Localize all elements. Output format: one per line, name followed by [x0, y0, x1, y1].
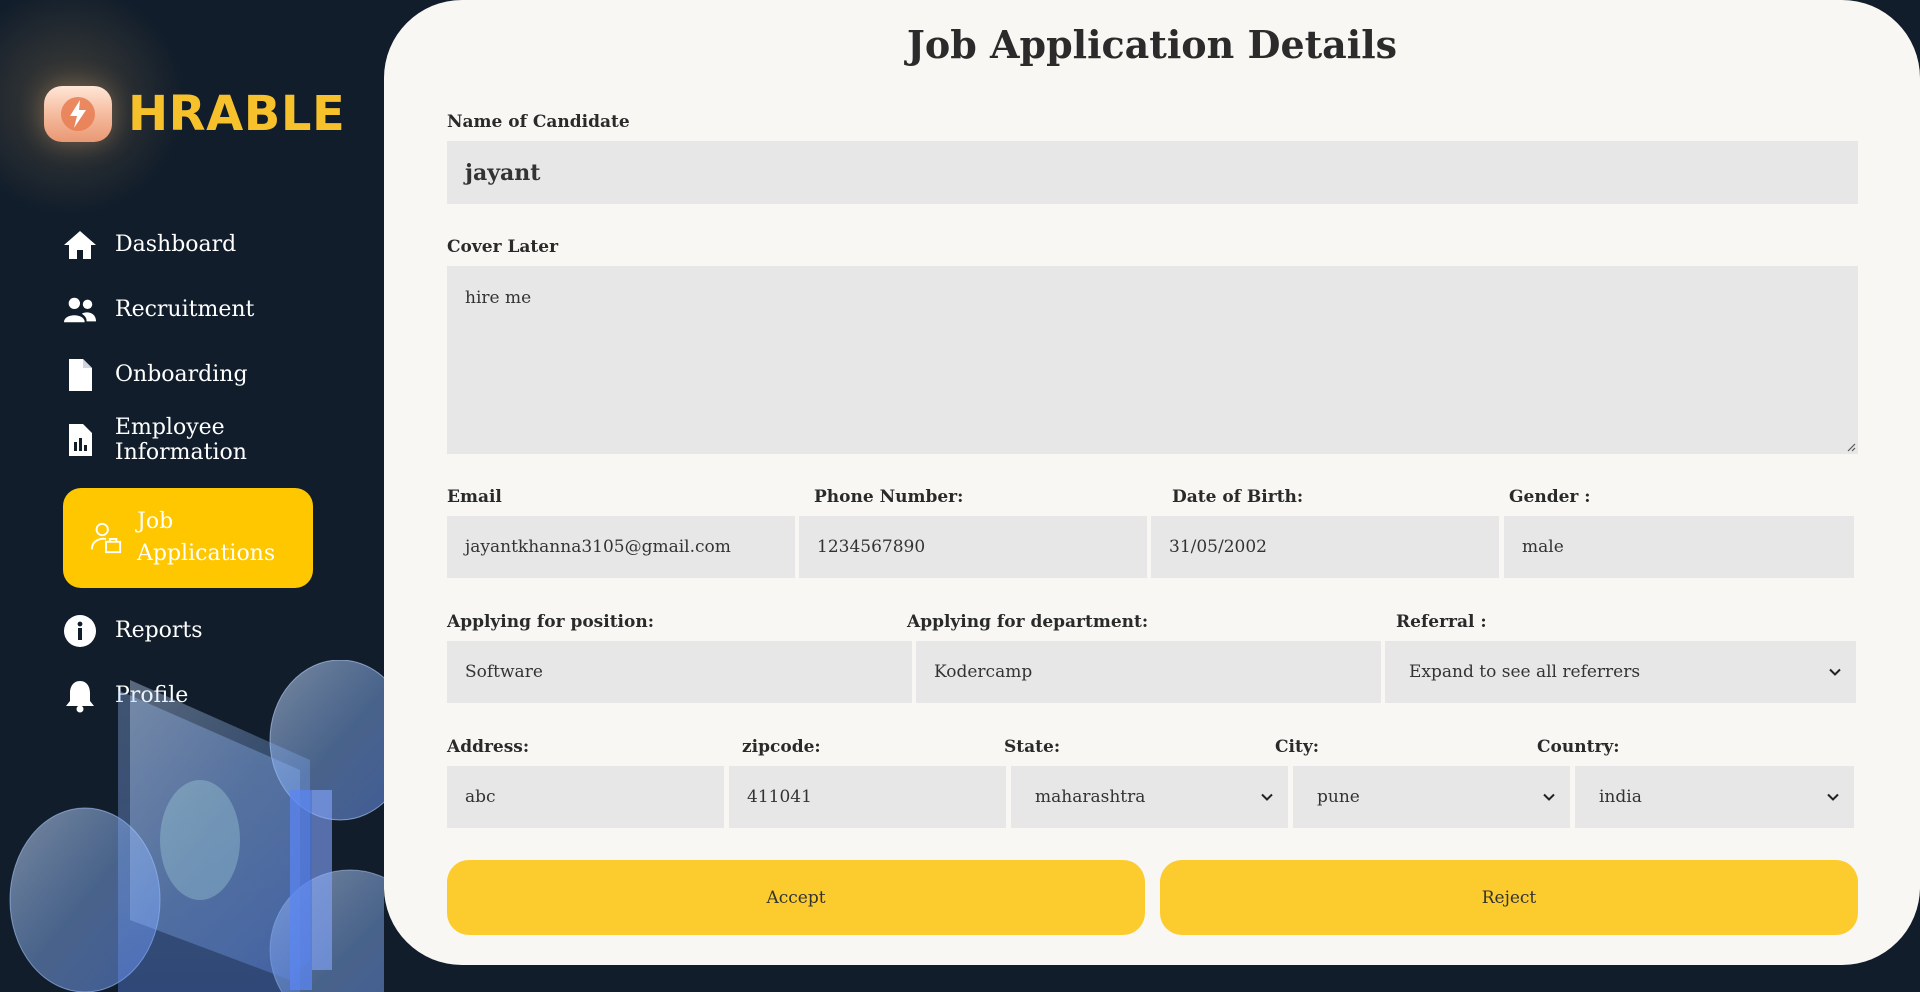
- candidate-name-field[interactable]: jayant: [447, 141, 1858, 204]
- position-field[interactable]: Software: [447, 641, 912, 703]
- referral-label: Referral :: [1396, 612, 1487, 632]
- gender-label: Gender :: [1509, 487, 1591, 507]
- sidebar-item-reports[interactable]: Reports: [63, 598, 363, 663]
- dob-field[interactable]: 31/05/2002: [1151, 516, 1499, 578]
- sidebar-item-label: Reports: [115, 618, 203, 643]
- info-icon: [63, 614, 97, 648]
- sidebar: HRABLE Dashboard Recruitment Onboarding …: [0, 0, 384, 992]
- country-select-value: india: [1599, 787, 1642, 807]
- chevron-down-icon: [1543, 793, 1555, 801]
- city-select[interactable]: pune: [1293, 766, 1570, 828]
- sidebar-item-job-applications[interactable]: Job Applications: [63, 488, 313, 588]
- sidebar-item-label: Recruitment: [115, 297, 255, 322]
- accept-button[interactable]: Accept: [447, 860, 1145, 935]
- sidebar-item-employee-information[interactable]: Employee Information: [63, 407, 363, 472]
- country-label: Country:: [1537, 737, 1620, 757]
- cover-letter-text: hire me: [465, 288, 532, 308]
- referral-select-value: Expand to see all referrers: [1409, 662, 1641, 682]
- sidebar-item-label: Onboarding: [115, 362, 248, 387]
- cover-letter-textarea[interactable]: hire me: [447, 266, 1858, 454]
- phone-field[interactable]: 1234567890: [799, 516, 1147, 578]
- department-field[interactable]: Kodercamp: [916, 641, 1381, 703]
- gender-field[interactable]: male: [1504, 516, 1854, 578]
- city-select-value: pune: [1317, 787, 1360, 807]
- page-title: Job Application Details: [906, 22, 1398, 67]
- country-select[interactable]: india: [1575, 766, 1854, 828]
- resize-handle-icon[interactable]: [1844, 440, 1856, 452]
- referral-select[interactable]: Expand to see all referrers: [1385, 641, 1856, 703]
- zipcode-field[interactable]: 411041: [729, 766, 1006, 828]
- state-select[interactable]: maharashtra: [1011, 766, 1288, 828]
- cover-letter-label: Cover Later: [447, 237, 559, 257]
- sidebar-item-label: Dashboard: [115, 232, 237, 257]
- reject-button[interactable]: Reject: [1160, 860, 1858, 935]
- address-field[interactable]: abc: [447, 766, 724, 828]
- name-label: Name of Candidate: [447, 112, 630, 132]
- sidebar-item-label: Job Applications: [137, 509, 276, 566]
- job-application-card: Job Application Details Name of Candidat…: [384, 0, 1920, 965]
- dob-label: Date of Birth:: [1172, 487, 1304, 507]
- brand-logo[interactable]: HRABLE: [44, 86, 345, 142]
- users-icon: [63, 293, 97, 327]
- brand-name: HRABLE: [128, 86, 346, 142]
- state-label: State:: [1004, 737, 1061, 757]
- chevron-down-icon: [1829, 668, 1841, 676]
- address-label: Address:: [447, 737, 530, 757]
- email-field[interactable]: jayantkhanna3105@gmail.com: [447, 516, 795, 578]
- file-icon: [63, 358, 97, 392]
- zipcode-label: zipcode:: [742, 737, 821, 757]
- sidebar-item-label: Employee Information: [114, 414, 247, 465]
- lightning-icon: [44, 86, 112, 142]
- report-file-icon: [63, 423, 97, 457]
- chevron-down-icon: [1827, 793, 1839, 801]
- glass-decoration-illustration: [9, 660, 384, 992]
- state-select-value: maharashtra: [1035, 787, 1146, 807]
- sidebar-item-dashboard[interactable]: Dashboard: [63, 212, 363, 277]
- department-label: Applying for department:: [907, 612, 1149, 632]
- chevron-down-icon: [1261, 793, 1273, 801]
- email-label: Email: [447, 487, 502, 507]
- applicant-icon: [89, 521, 123, 555]
- home-icon: [63, 228, 97, 262]
- sidebar-item-recruitment[interactable]: Recruitment: [63, 277, 363, 342]
- city-label: City:: [1275, 737, 1319, 757]
- phone-label: Phone Number:: [814, 487, 964, 507]
- position-label: Applying for position:: [447, 612, 654, 632]
- sidebar-nav: Dashboard Recruitment Onboarding Employe…: [63, 212, 363, 728]
- sidebar-item-onboarding[interactable]: Onboarding: [63, 342, 363, 407]
